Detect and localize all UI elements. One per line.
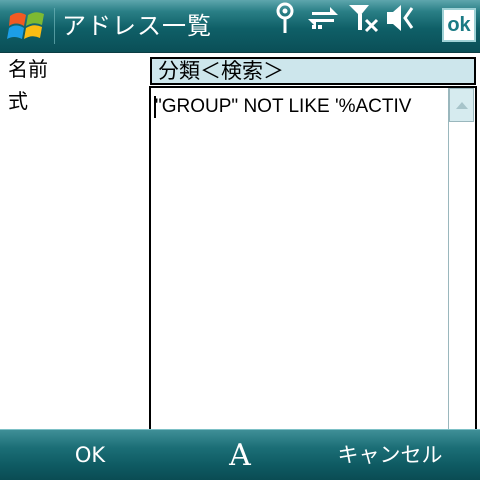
expression-text: "GROUP" NOT LIKE '%ACTIV bbox=[155, 96, 412, 117]
input-method-icon[interactable]: A bbox=[220, 436, 260, 476]
window-title: アドレス一覧 bbox=[62, 12, 212, 40]
scroll-up-button[interactable] bbox=[449, 88, 474, 122]
name-label: 名前 bbox=[8, 57, 48, 81]
expression-label: 式 bbox=[8, 89, 28, 113]
vertical-scrollbar[interactable] bbox=[448, 88, 475, 476]
antenna-icon[interactable] bbox=[268, 0, 302, 36]
expression-textarea[interactable]: "GROUP" NOT LIKE '%ACTIV bbox=[149, 86, 477, 478]
scroll-track[interactable] bbox=[449, 122, 474, 442]
ok-titlebar-label: ok bbox=[447, 14, 471, 36]
title-separator bbox=[54, 8, 55, 44]
no-signal-icon[interactable] bbox=[346, 0, 380, 36]
scroll-up-arrow-icon bbox=[455, 102, 468, 109]
ok-titlebar-button[interactable]: ok bbox=[442, 8, 476, 42]
cancel-softkey[interactable]: キャンセル bbox=[300, 430, 480, 480]
form-area: 名前 分類＜検索＞ 式 "GROUP" NOT LIKE '%ACTIV bbox=[0, 53, 480, 478]
windows-start-icon[interactable] bbox=[6, 6, 50, 46]
speaker-icon[interactable] bbox=[384, 0, 418, 36]
screen: アドレス一覧 ok 名前 分類＜検索＞ 式 "GROUP" NOT LIKE '… bbox=[0, 0, 480, 480]
soft-key-bar: OK A キャンセル bbox=[0, 429, 480, 480]
title-bar: アドレス一覧 ok bbox=[0, 0, 480, 53]
name-field[interactable]: 分類＜検索＞ bbox=[150, 57, 476, 85]
data-sync-icon[interactable] bbox=[306, 0, 340, 36]
ok-softkey[interactable]: OK bbox=[0, 430, 180, 480]
